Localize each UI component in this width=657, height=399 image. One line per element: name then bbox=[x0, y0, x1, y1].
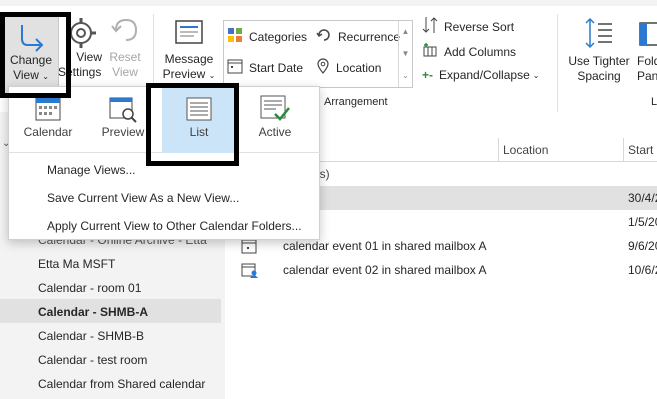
scroll-down-icon[interactable]: ▼ bbox=[399, 43, 412, 65]
table-row[interactable]: calendar event 02 in shared mailbox A 10/… bbox=[225, 258, 657, 282]
message-preview-button[interactable]: Message Preview ⌄ bbox=[160, 14, 218, 94]
reverse-sort-icon bbox=[422, 16, 438, 37]
row-subject: calendar event 02 in shared mailbox A bbox=[283, 263, 487, 277]
reverse-sort-label: Reverse Sort bbox=[444, 19, 515, 34]
categories-label: Categories bbox=[249, 29, 308, 44]
row-start: 9/6/20 bbox=[628, 239, 657, 253]
view-tile-label: Calendar bbox=[23, 125, 73, 139]
manage-views-item[interactable]: Manage Views... bbox=[47, 163, 136, 177]
highlight-box-list-view bbox=[146, 83, 239, 166]
sidebar-item[interactable]: Calendar - SHMB-A bbox=[38, 305, 148, 319]
column-header-location[interactable]: Location bbox=[498, 138, 624, 162]
arrangement-group-label: Arrangement bbox=[324, 96, 388, 108]
apply-current-view-item[interactable]: Apply Current View to Other Calendar Fol… bbox=[47, 219, 302, 233]
save-current-view-label: Save Current View As a New View... bbox=[47, 191, 240, 205]
message-preview-icon bbox=[174, 18, 204, 48]
highlight-box-change-view bbox=[0, 12, 71, 98]
column-header-subject[interactable]: t bbox=[307, 138, 499, 162]
sidebar-item[interactable]: Etta Ma MSFT bbox=[38, 257, 115, 271]
add-columns-icon bbox=[422, 42, 438, 61]
sidebar-item[interactable]: Calendar - room 01 bbox=[38, 281, 141, 295]
tighter-spacing-icon bbox=[584, 16, 614, 50]
sidebar-item[interactable]: Calendar - SHMB-B bbox=[38, 329, 144, 343]
row-start: 30/4/2 bbox=[628, 191, 657, 205]
sidebar-item[interactable]: Calendar - test room bbox=[38, 353, 147, 367]
meeting-icon bbox=[241, 262, 259, 281]
row-subject: calendar event 01 in shared mailbox A bbox=[283, 239, 487, 253]
tighter-spacing-label-1: Use Tighter bbox=[568, 54, 630, 68]
categories-option[interactable]: Categories bbox=[227, 27, 307, 46]
location-icon bbox=[316, 58, 330, 77]
recurrence-label: Recurrence bbox=[338, 29, 401, 44]
location-header-text: Location bbox=[503, 143, 549, 157]
expand-collapse-label: Expand/Collapse bbox=[439, 68, 530, 82]
message-preview-label-1: Message bbox=[164, 52, 214, 66]
reset-view-button[interactable]: Reset View bbox=[104, 14, 146, 94]
manage-views-label: Manage Views... bbox=[47, 163, 136, 177]
reset-view-label-1: Reset bbox=[109, 50, 141, 64]
folder-pane-label-1: Folde bbox=[637, 54, 657, 68]
layout-group-label: L bbox=[651, 96, 657, 108]
recurrence-option[interactable]: Recurrence bbox=[316, 27, 400, 46]
tighter-spacing-button[interactable]: Use Tighter Spacing bbox=[566, 14, 632, 94]
expand-collapse-icon: +- bbox=[422, 68, 434, 82]
scroll-up-icon[interactable]: ▲ bbox=[399, 21, 412, 43]
arrangement-gallery: Categories Recurrence Start Date Locatio… bbox=[223, 20, 413, 88]
reverse-sort-button[interactable]: Reverse Sort bbox=[422, 16, 514, 37]
folder-pane-icon bbox=[638, 20, 657, 48]
preview-view-icon bbox=[109, 97, 137, 123]
chevron-down-icon: ⌄ bbox=[208, 71, 216, 80]
appointment-icon bbox=[241, 238, 257, 257]
tighter-spacing-label-2: Spacing bbox=[577, 69, 621, 83]
reset-view-label-2: View bbox=[112, 65, 138, 79]
row-start: 1/5/20 bbox=[628, 215, 657, 229]
folder-pane-label-2: Pane bbox=[637, 69, 657, 83]
add-columns-button[interactable]: Add Columns bbox=[422, 42, 516, 61]
active-view-icon bbox=[260, 95, 290, 123]
recurrence-icon bbox=[316, 27, 332, 46]
reset-icon bbox=[110, 16, 140, 50]
view-tile-active[interactable]: Active bbox=[238, 87, 312, 153]
column-header-start[interactable]: Start bbox=[623, 138, 657, 162]
chevron-down-icon: ⌄ bbox=[532, 70, 540, 80]
sidebar-item[interactable]: Calendar from Shared calendar bbox=[38, 377, 205, 391]
folder-pane-button[interactable]: Folde Pane bbox=[634, 14, 657, 94]
start-date-icon bbox=[227, 58, 243, 77]
start-header-text: Start bbox=[628, 143, 654, 157]
start-date-label: Start Date bbox=[249, 60, 304, 75]
apply-current-view-label: Apply Current View to Other Calendar Fol… bbox=[47, 219, 302, 233]
ribbon-divider bbox=[557, 14, 558, 112]
location-label: Location bbox=[336, 60, 382, 75]
expand-collapse-button[interactable]: +- Expand/Collapse ⌄ bbox=[422, 68, 539, 82]
view-tile-label: Active bbox=[258, 125, 292, 139]
start-date-option[interactable]: Start Date bbox=[227, 58, 303, 77]
row-start: 10/6/2 bbox=[628, 263, 657, 277]
more-options-icon[interactable]: ⌄ bbox=[399, 65, 412, 87]
save-current-view-item[interactable]: Save Current View As a New View... bbox=[47, 191, 239, 205]
message-preview-label-2: Preview bbox=[162, 67, 206, 81]
gallery-scrollbar[interactable]: ▲ ▼ ⌄ bbox=[398, 21, 412, 87]
add-columns-label: Add Columns bbox=[444, 44, 517, 59]
calendar-view-icon bbox=[35, 97, 61, 121]
location-option[interactable]: Location bbox=[316, 58, 381, 77]
categories-icon bbox=[227, 27, 243, 46]
